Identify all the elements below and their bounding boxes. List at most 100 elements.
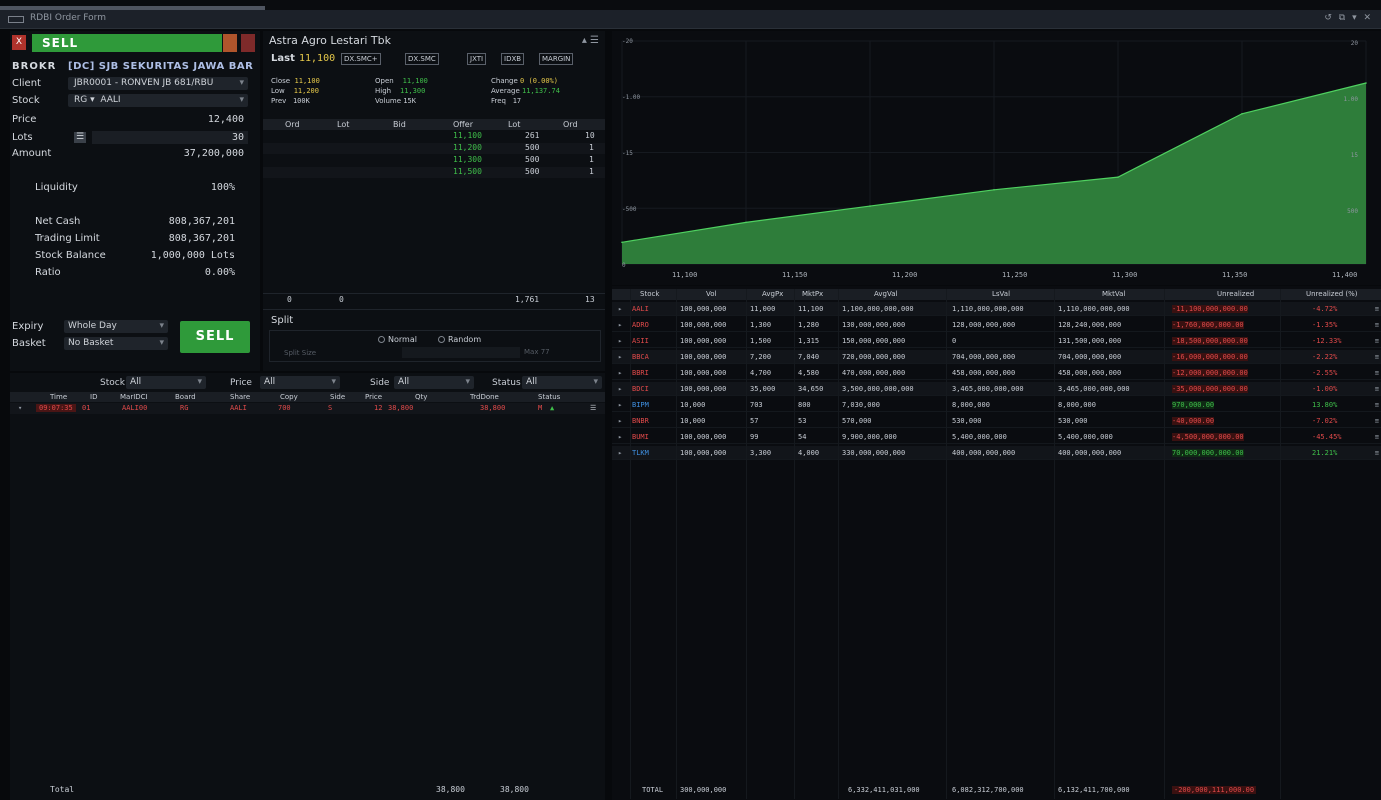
expand-row-icon[interactable]: ▸ [618, 433, 622, 441]
chart-point [993, 188, 995, 191]
row-menu-icon[interactable]: ≡ [1375, 385, 1379, 393]
quote-badge[interactable]: MARGIN [539, 53, 574, 65]
row-menu-icon[interactable]: ☰ [590, 404, 596, 412]
expand-row-icon[interactable]: ▸ [618, 369, 622, 377]
portfolio-row[interactable]: ▸ BBCA 100,000,000 7,200 7,040 720,000,000,00… [612, 350, 1381, 364]
window-controls[interactable]: ↺ ⧉ ▾ ✕ [1324, 13, 1373, 23]
portfolio-cell-stock: ADRO [632, 321, 649, 329]
filter-stock-value: All [130, 377, 142, 387]
portfolio-cell-mkt: 4,000 [798, 449, 820, 457]
split-size-field[interactable] [402, 347, 520, 358]
row-menu-icon[interactable]: ≡ [1375, 417, 1379, 425]
filter-side-select[interactable]: All ▾ [394, 376, 474, 389]
quote-menu-icon[interactable]: ▴ ☰ [582, 35, 599, 46]
expand-row-icon[interactable]: ▸ [618, 305, 622, 313]
stock-board[interactable]: RG ▾ [74, 95, 95, 105]
portfolio-cell-lsval: 128,000,000,000 [952, 321, 1016, 329]
client-select[interactable]: JBR0001 - RONVEN JB 681/RBU ▾ [68, 77, 248, 90]
ob-col-lot2: Lot [508, 120, 521, 129]
ob-row[interactable]: 11,100 261 10 [263, 131, 605, 142]
row-menu-icon[interactable]: ≡ [1375, 449, 1379, 457]
ob-offer[interactable]: 11,100 [453, 131, 482, 140]
ptotal-avgval: 6,332,411,031,000 [848, 786, 920, 794]
lots-label: Lots [12, 132, 33, 143]
expand-row-icon[interactable]: ▸ [618, 337, 622, 345]
row-menu-icon[interactable]: ≡ [1375, 321, 1379, 329]
order-option-button[interactable] [223, 34, 237, 52]
order-option-button-2[interactable] [241, 34, 255, 52]
expand-row-icon[interactable]: ▸ [618, 449, 622, 457]
portfolio-row[interactable]: ▸ ASII 100,000,000 1,500 1,315 150,000,000,00… [612, 334, 1381, 348]
expand-row-icon[interactable]: ▸ [618, 385, 622, 393]
lots-stepper-button[interactable]: ☰ [74, 132, 86, 143]
row-menu-icon[interactable]: ≡ [1375, 305, 1379, 313]
portfolio-cell-mktval: 131,500,000,000 [1058, 337, 1122, 345]
expand-row-icon[interactable]: ▸ [618, 401, 622, 409]
filter-price-select[interactable]: All ▾ [260, 376, 340, 389]
amount-row: Amount 37,200,000 [10, 147, 260, 161]
lots-value[interactable]: 30 [232, 132, 244, 143]
chevron-down-icon: ▾ [197, 377, 202, 387]
portfolio-cell-pct: 13.80% [1312, 401, 1338, 409]
order-total-label: Total [50, 785, 75, 794]
filter-status-select[interactable]: All ▾ [522, 376, 602, 389]
radio-normal[interactable]: Normal [378, 335, 417, 344]
order-list-panel: Stock All ▾ Price All ▾ Side All ▾ Status A… [10, 373, 605, 800]
order-side-bar: X SELL [10, 34, 260, 52]
lots-row: Lots ☰ 30 [10, 131, 260, 145]
expand-row-icon[interactable]: ▸ [618, 353, 622, 361]
portfolio-cell-stock: BBCA [632, 353, 649, 361]
portfolio-row[interactable]: ▸ TLKM 100,000,000 3,300 4,000 330,000,000,00… [612, 446, 1381, 460]
portfolio-row[interactable]: ▸ BDCI 100,000,000 35,000 34,650 3,500,000,00… [612, 382, 1381, 396]
portfolio-cell-avgval: 720,000,000,000 [842, 353, 906, 361]
portfolio-row[interactable]: ▸ AALI 100,000,000 11,000 11,100 1,100,000,00… [612, 302, 1381, 316]
order-id: 01 [82, 404, 91, 412]
portfolio-cell-avgval: 330,000,000,000 [842, 449, 906, 457]
basket-select[interactable]: No Basket ▾ [64, 337, 168, 350]
ob-offer[interactable]: 11,300 [453, 155, 482, 164]
order-qty: 38,800 [388, 404, 414, 412]
portfolio-row[interactable]: ▸ BIPM 10,000 703 800 7,030,000 8,000,000 8,000… [612, 398, 1381, 412]
ob-row[interactable]: 11,500 500 1 [263, 167, 605, 178]
row-menu-icon[interactable]: ≡ [1375, 433, 1379, 441]
client-row: Client JBR0001 - RONVEN JB 681/RBU ▾ [10, 77, 260, 91]
radio-random[interactable]: Random [438, 335, 481, 344]
split-size-input[interactable]: Split Size [284, 349, 316, 357]
order-side: S [328, 404, 333, 412]
filter-stock-select[interactable]: All ▾ [126, 376, 206, 389]
stock-code: AALI [100, 95, 121, 105]
row-menu-icon[interactable]: ≡ [1375, 369, 1379, 377]
order-row[interactable]: ▾ 09:07:35 01 AALI00 RG AALI 700 S 12 38… [10, 403, 605, 414]
open-value: 11,100 [402, 77, 428, 85]
portfolio-row[interactable]: ▸ BNBR 10,000 57 53 570,000 530,000 530,000 -40,… [612, 414, 1381, 428]
expand-icon[interactable]: ▾ [18, 404, 22, 412]
price-value[interactable]: 12,400 [208, 114, 244, 125]
expand-row-icon[interactable]: ▸ [618, 321, 622, 329]
quote-badge[interactable]: IDXB [501, 53, 525, 65]
lots-input[interactable] [92, 131, 248, 144]
ob-offer[interactable]: 11,500 [453, 167, 482, 176]
ob-offer[interactable]: 11,200 [453, 143, 482, 152]
quote-badge[interactable]: DX.SMC [405, 53, 439, 65]
price-row[interactable]: Price 12,400 [10, 113, 260, 127]
expiry-select[interactable]: Whole Day ▾ [64, 320, 168, 333]
row-menu-icon[interactable]: ≡ [1375, 337, 1379, 345]
column-divider [1164, 289, 1165, 799]
row-menu-icon[interactable]: ≡ [1375, 353, 1379, 361]
portfolio-row[interactable]: ▸ ADRO 100,000,000 1,300 1,280 130,000,000,00… [612, 318, 1381, 332]
basket-label: Basket [12, 338, 46, 349]
portfolio-cell-vol: 100,000,000 [680, 369, 727, 377]
sell-submit-button[interactable]: SELL [180, 321, 250, 353]
close-order-button[interactable]: X [12, 35, 26, 50]
ob-row[interactable]: 11,300 500 1 [263, 155, 605, 166]
expand-row-icon[interactable]: ▸ [618, 417, 622, 425]
portfolio-cell-mktval: 400,000,000,000 [1058, 449, 1122, 457]
portfolio-row[interactable]: ▸ BBRI 100,000,000 4,700 4,580 470,000,000,00… [612, 366, 1381, 380]
stock-input[interactable]: RG ▾ AALI ▾ [68, 94, 248, 107]
quote-badge[interactable]: DX.SMC+ [341, 53, 381, 65]
ob-row[interactable]: 11,200 500 1 [263, 143, 605, 154]
portfolio-row[interactable]: ▸ BUMI 100,000,000 99 54 9,900,000,000 5,400,0… [612, 430, 1381, 444]
quote-badge[interactable]: JXTI [467, 53, 487, 65]
row-menu-icon[interactable]: ≡ [1375, 401, 1379, 409]
open-label: Open [375, 77, 394, 85]
